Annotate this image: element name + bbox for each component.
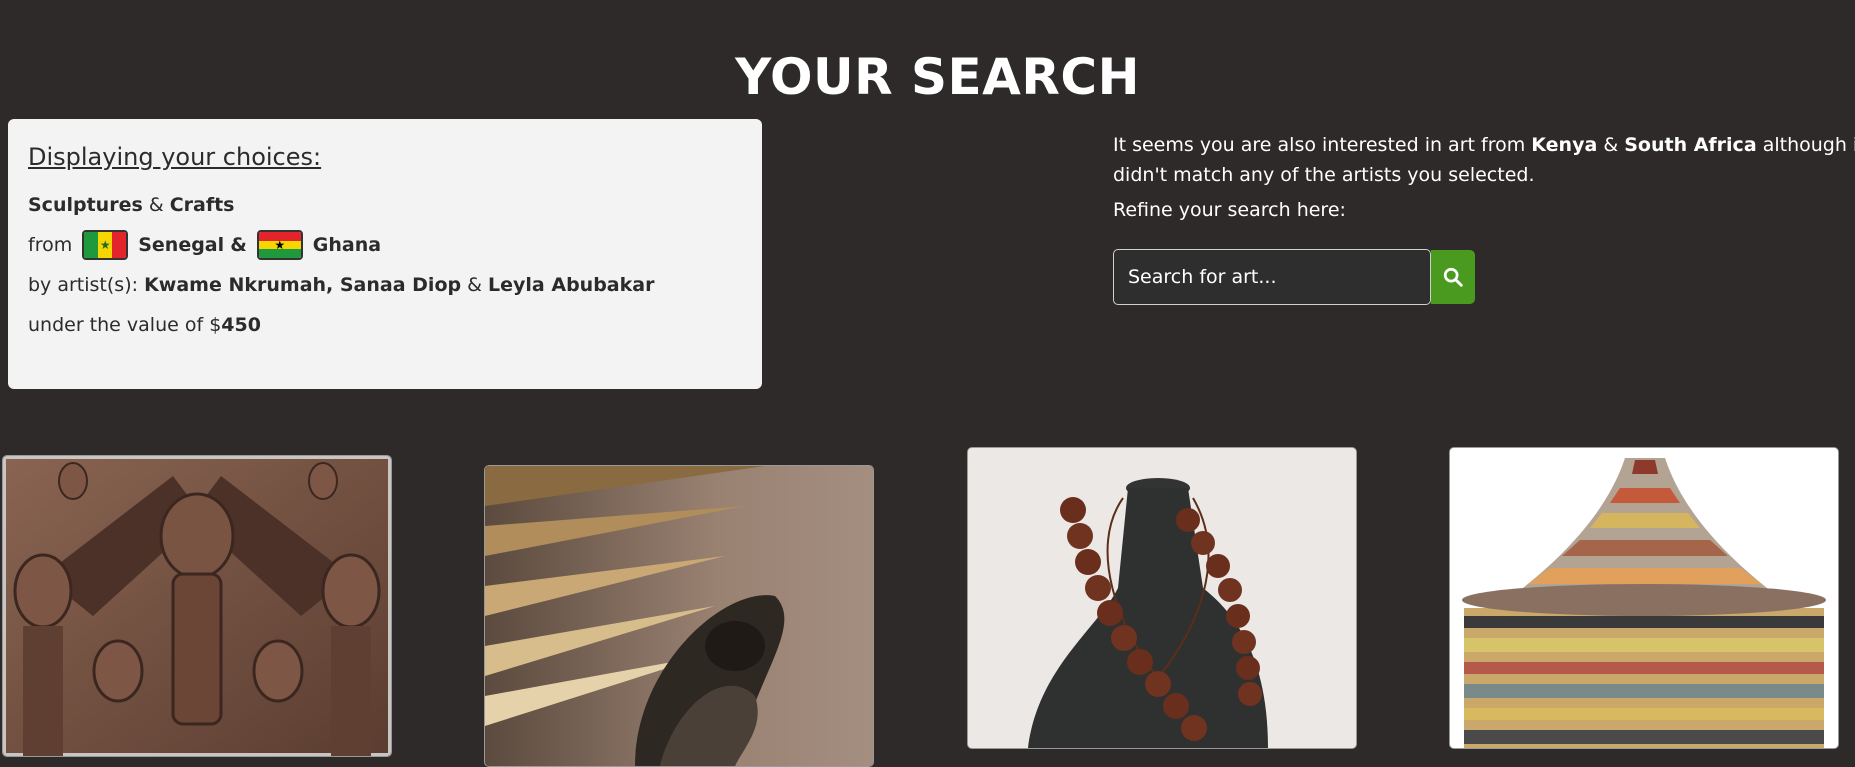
country-ghana: Ghana [312, 234, 382, 256]
suggestion-amp: & [1603, 134, 1619, 156]
bead-necklace-image [968, 448, 1356, 748]
ghana-flag-icon: ★ [256, 230, 303, 260]
artist-last: Leyla Abubakar [488, 274, 655, 296]
artists-line: by artist(s): Kwame Nkrumah, Sanaa Diop … [28, 271, 742, 299]
category-crafts: Crafts [169, 194, 235, 216]
artwork-card[interactable] [1449, 447, 1839, 749]
page-title: YOUR SEARCH [735, 48, 1140, 106]
refine-label: Refine your search here: [1113, 199, 1346, 221]
categories-line: Sculptures & Crafts [28, 191, 742, 219]
value-amount: 450 [221, 314, 261, 336]
search-input[interactable] [1113, 249, 1431, 305]
suggestion-text: It seems you are also interested in art … [1113, 130, 1855, 190]
country-senegal: Senegal [138, 234, 225, 256]
suggested-country-south-africa: South Africa [1624, 134, 1757, 156]
value-line: under the value of $ 450 [28, 311, 742, 339]
artists-amp: & [467, 274, 482, 296]
artists-names: Kwame Nkrumah, Sanaa Diop [144, 274, 462, 296]
category-sculptures: Sculptures [28, 194, 143, 216]
choices-heading: Displaying your choices: [28, 143, 322, 171]
choices-panel: Displaying your choices: Sculptures & Cr… [8, 119, 762, 389]
senegal-flag-icon: ★ [82, 230, 129, 260]
from-label: from [28, 234, 73, 256]
country-amp: & [230, 234, 247, 256]
artwork-card[interactable] [2, 455, 392, 757]
stone-sculpture-image [485, 466, 873, 766]
suggested-country-kenya: Kenya [1531, 134, 1598, 156]
artwork-card[interactable] [967, 447, 1357, 749]
value-label: under the value of $ [28, 314, 222, 336]
countries-line: from ★ Senegal & ★ Ghana [28, 230, 742, 260]
suggestion-text-1: It seems you are also interested in art … [1113, 134, 1526, 156]
search-icon [1443, 267, 1463, 287]
amp: & [148, 194, 164, 216]
artists-label: by artist(s): [28, 274, 139, 296]
search-button[interactable] [1431, 250, 1475, 304]
woven-basket-image [1450, 448, 1838, 748]
bronze-plaque-image [3, 456, 391, 756]
artwork-card[interactable] [484, 465, 874, 767]
